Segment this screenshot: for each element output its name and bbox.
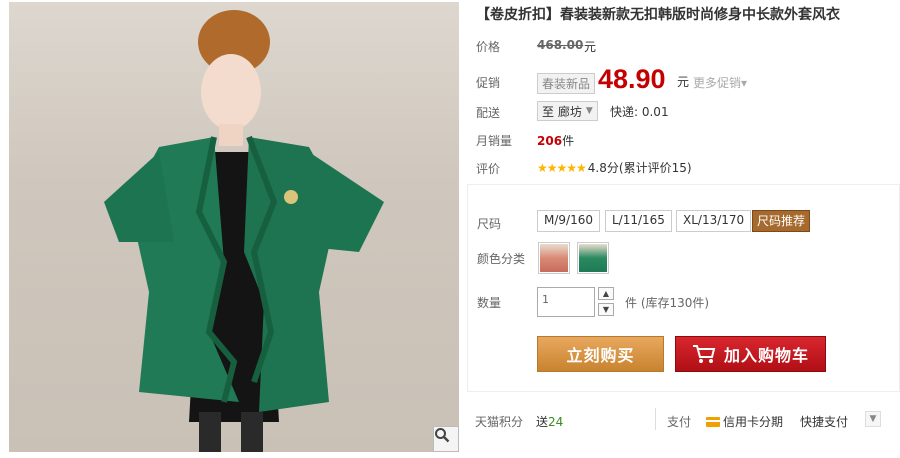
color-swatch[interactable] <box>577 242 609 274</box>
points-payment-bar: 天猫积分 送24 支付 信用卡分期 快捷支付 ▼ <box>467 404 900 438</box>
promo-price-unit: 元 <box>677 75 690 89</box>
monthly-sales-count: 206 <box>537 134 563 148</box>
points-label: 天猫积分 <box>475 415 524 429</box>
points-number: 24 <box>548 415 564 429</box>
price-block: 价格 468.00 元 促销 春装新品 48.90 元 更多促销▾ 配送 至 廊… <box>467 30 900 182</box>
color-thumbnail <box>540 244 568 272</box>
buy-now-button[interactable]: 立刻购买 <box>537 336 664 372</box>
original-price-unit: 元 <box>584 40 597 54</box>
chevron-down-icon: ▼ <box>585 106 593 116</box>
credit-card-icon <box>706 417 720 427</box>
installment-label: 信用卡分期 <box>723 415 784 429</box>
monthly-sales-label: 月销量 <box>476 134 513 148</box>
size-option[interactable]: L/11/165 <box>605 210 672 232</box>
points-prefix: 送 <box>536 415 549 429</box>
quantity-up-button[interactable]: ▲ <box>598 287 614 300</box>
size-option[interactable]: M/9/160 <box>537 210 600 232</box>
product-image[interactable] <box>9 2 459 452</box>
quantity-label: 数量 <box>477 296 502 310</box>
product-title: 【卷皮折扣】春装装新款无扣韩版时尚修身中长款外套风衣 <box>476 7 840 23</box>
quick-pay-option[interactable]: 快捷支付 <box>800 413 848 430</box>
quantity-input[interactable]: 1 <box>537 287 595 317</box>
shipping-destination: 至 廊坊 <box>542 104 582 119</box>
review-score: 4.8分(累计评价15) <box>587 161 692 175</box>
monthly-sales: 206件 <box>537 132 574 149</box>
size-label: 尺码 <box>477 217 502 231</box>
points-value: 送24 <box>536 413 563 430</box>
shipping-label: 配送 <box>476 106 501 120</box>
payment-label: 支付 <box>667 415 692 429</box>
color-swatch[interactable] <box>538 242 570 274</box>
original-price: 468.00 <box>537 38 584 52</box>
stock-info: 件 (库存130件) <box>625 296 710 310</box>
size-recommend-button[interactable]: 尺码推荐 <box>752 210 811 232</box>
shipping-destination-select[interactable]: 至 廊坊 ▼ <box>537 101 598 121</box>
promo-tag: 春装新品 <box>537 73 596 94</box>
color-thumbnail <box>579 244 607 272</box>
promo-price: 48.90 <box>598 64 666 94</box>
price-label: 价格 <box>476 40 501 54</box>
model-illustration <box>104 10 384 452</box>
zoom-button[interactable] <box>433 426 459 452</box>
color-label: 颜色分类 <box>477 252 526 266</box>
cart-icon <box>692 345 716 363</box>
star-rating-icon: ★★★★★ <box>537 160 587 175</box>
shipping-fee: 快递: 0.01 <box>610 105 669 119</box>
installment-option[interactable]: 信用卡分期 <box>706 413 783 430</box>
footer-divider <box>655 408 656 430</box>
promo-label: 促销 <box>476 76 501 90</box>
quantity-down-button[interactable]: ▼ <box>598 303 614 316</box>
review-summary[interactable]: ★★★★★ 4.8分(累计评价15) <box>537 159 692 176</box>
more-promo-link[interactable]: 更多促销▾ <box>693 74 747 91</box>
monthly-sales-unit: 件 <box>562 134 575 148</box>
chevron-down-icon[interactable]: ▼ <box>865 411 881 427</box>
add-to-cart-button[interactable]: 加入购物车 <box>675 336 826 372</box>
magnifier-icon <box>435 428 450 443</box>
review-label: 评价 <box>476 162 501 176</box>
purchase-options-panel: 尺码 M/9/160 L/11/165 XL/13/170 尺码推荐 颜色分类 … <box>467 184 900 392</box>
add-to-cart-label: 加入购物车 <box>723 346 809 365</box>
size-option[interactable]: XL/13/170 <box>676 210 752 232</box>
